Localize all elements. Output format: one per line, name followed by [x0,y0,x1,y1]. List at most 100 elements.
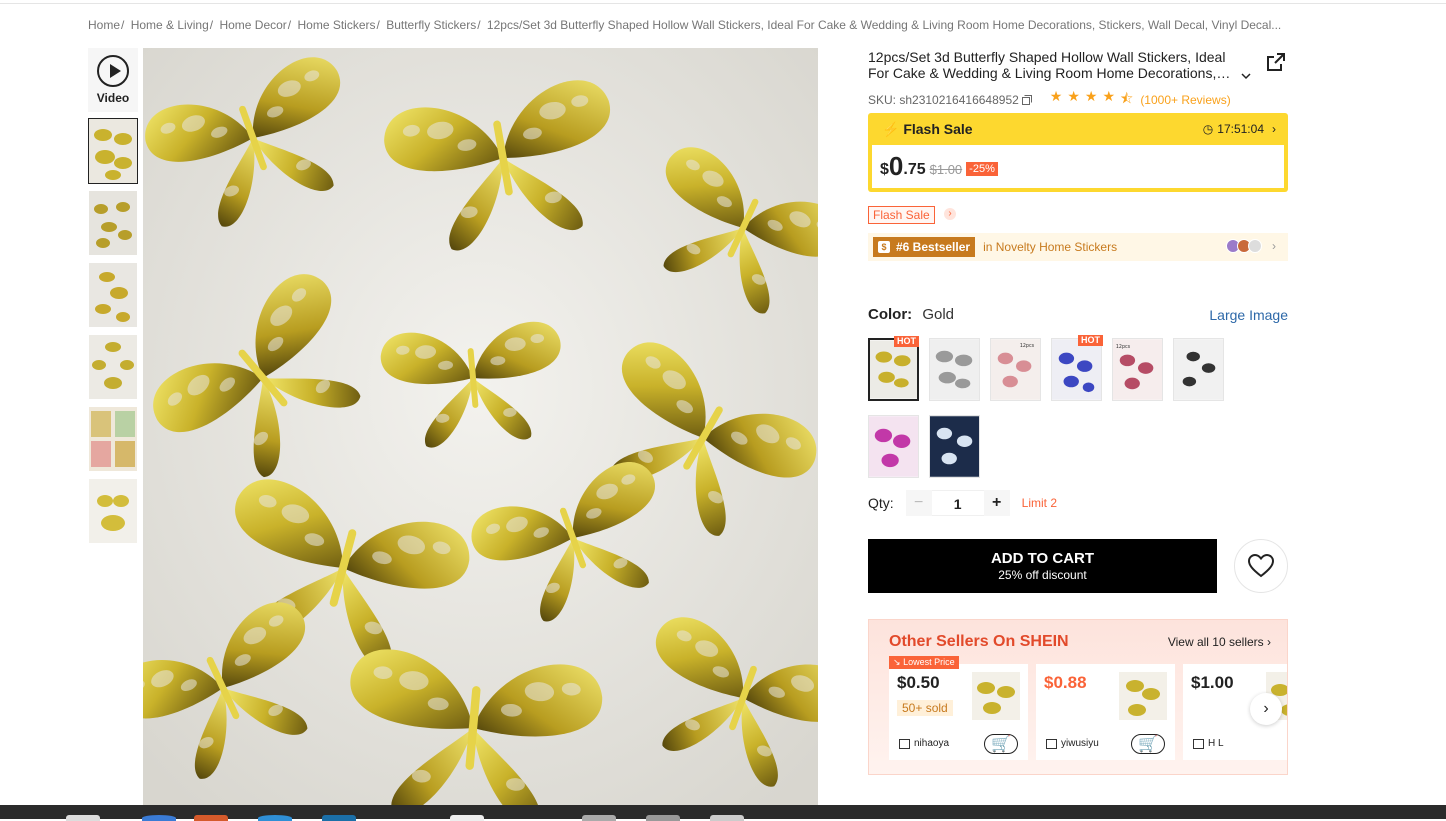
swatch-pink[interactable]: 12pcs [990,338,1041,401]
heart-icon [1248,554,1274,578]
qty-decrease-button[interactable]: − [905,490,932,516]
sku-text: SKU: sh2310216416648952 [868,93,1019,107]
swatch-rose[interactable]: 12pcs [1112,338,1163,401]
qty-increase-button[interactable]: + [983,490,1010,516]
taskbar-app-icon[interactable] [646,815,680,821]
thumbnail-5[interactable] [88,406,138,472]
add-to-cart-label: ADD TO CART [990,550,1095,567]
seller-price: $1.00 [1191,673,1234,692]
flash-sale-box: ⚡ Flash Sale ◷ 17:51:04 › $ 0 .75 $1.00 -2… [868,113,1288,192]
product-title: 12pcs/Set 3d Butterfly Shaped Hollow Wal… [868,49,1226,81]
reviews-link[interactable]: (1000+ Reviews) [1140,93,1230,107]
breadcrumb-butterfly-stickers[interactable]: Butterfly Stickers [386,18,476,32]
swatch-gold[interactable]: HOT [868,336,919,401]
chevron-right-icon: › [1272,122,1276,136]
seller-card[interactable]: ↘ Lowest Price $0.50 50+ sold nihaoya 🛒 [889,656,1028,760]
thumbnail-3[interactable] [88,262,138,328]
breadcrumb-home-decor[interactable]: Home Decor [219,18,286,32]
breadcrumb: Home/ Home & Living/ Home Decor/ Home St… [88,18,1282,32]
large-image-link[interactable]: Large Image [1209,307,1288,323]
star-half-icon: ⯪ [1120,90,1134,106]
thumbnail-2[interactable] [88,190,138,256]
swatch-black[interactable] [1173,338,1224,401]
taskbar-app-icon[interactable] [450,815,484,821]
bestseller-badge: $ #6 Bestseller [873,237,976,257]
taskbar-app-icon[interactable] [194,815,228,821]
star-icon: ★ [1049,88,1063,104]
flash-timer[interactable]: ◷ 17:51:04 › [1203,122,1276,136]
seller-shop[interactable]: nihaoya [899,738,949,749]
bestseller-row[interactable]: $ #6 Bestseller in Novelty Home Stickers … [868,233,1288,261]
color-label: Color: [868,306,913,323]
swatch-pink-label: 12pcs [1020,343,1035,349]
hot-badge: HOT [894,336,919,347]
hot-badge: HOT [1078,335,1103,346]
add-cart-icon[interactable]: 🛒 [984,734,1018,754]
breadcrumb-home-living[interactable]: Home & Living [131,18,209,32]
taskbar-app-icon[interactable] [710,815,744,821]
chevron-down-icon[interactable] [1240,70,1252,82]
thumbnail-4[interactable] [88,334,138,400]
color-row: Color: Gold Large Image [868,306,1288,323]
medal-icon: $ [878,241,890,253]
view-all-sellers-link[interactable]: View all 10 sellers › [1168,635,1271,649]
video-thumbnail[interactable]: Video [88,48,138,112]
discount-badge: -25% [966,161,998,176]
qty-input[interactable]: 1 [931,490,984,516]
star-icon: ★ [1102,88,1116,104]
seller-price: $0.50 [897,673,940,692]
seller-cards: ↘ Lowest Price $0.50 50+ sold nihaoya 🛒 … [889,656,1287,760]
star-icon: ★ [1067,88,1080,104]
price-area: $ 0 .75 $1.00 -25% [872,145,1284,188]
thumbnail-6[interactable] [88,478,138,544]
taskbar-app-icon[interactable] [258,815,292,821]
next-sellers-button[interactable]: › [1250,693,1282,725]
seller-shop[interactable]: yiwusiyu [1046,738,1099,749]
bestseller-category: in Novelty Home Stickers [983,240,1118,254]
thumbnail-list: Video [88,48,138,544]
other-sellers: Other Sellers On SHEIN View all 10 selle… [868,619,1288,775]
clock-icon: ◷ [1202,122,1214,136]
seller-card[interactable]: $0.88 yiwusiyu 🛒 [1036,664,1175,760]
main-product-image[interactable] [143,48,818,805]
original-price: $1.00 [929,162,963,177]
price-decimal: .75 [903,160,926,178]
lightning-icon: ⚡ [882,120,900,137]
breadcrumb-current: 12pcs/Set 3d Butterfly Shaped Hollow Wal… [486,18,1282,32]
copy-icon[interactable] [1021,95,1032,105]
swatch-silver[interactable] [929,338,980,401]
price-currency: $ [880,160,889,178]
swatch-navy[interactable] [929,415,980,478]
breadcrumb-home[interactable]: Home [88,18,120,32]
store-icon [899,738,910,749]
qty-label: Qty: [868,495,894,511]
swatch-blue[interactable]: HOT [1051,335,1103,401]
trend-icon: ↘ [893,657,901,667]
swatch-purple[interactable] [868,415,919,478]
flash-sale-heading: ⚡ Flash Sale [882,120,973,137]
breadcrumb-home-stickers[interactable]: Home Stickers [297,18,375,32]
add-cart-icon[interactable]: 🛒 [1131,734,1165,754]
seller-shop[interactable]: H L [1193,738,1224,749]
seller-sold: 50+ sold [897,700,953,716]
lowest-price-badge: ↘ Lowest Price [889,656,959,669]
add-to-cart-sub: 25% off discount [998,568,1087,582]
os-taskbar [0,805,1446,821]
seller-product-image [1119,672,1167,720]
color-swatches: HOT 12pcs HOT 12pcs [868,335,1248,492]
star-rating: ★ ★ ★ ★ ⯪ [1050,88,1139,112]
thumbnail-1[interactable] [88,118,138,184]
store-icon [1193,738,1204,749]
chevron-right-icon[interactable]: › [944,208,956,220]
taskbar-app-icon[interactable] [582,815,616,821]
taskbar-app-icon[interactable] [66,815,100,821]
wishlist-button[interactable] [1234,539,1288,593]
star-icon: ★ [1084,88,1098,104]
add-to-cart-button[interactable]: ADD TO CART 25% off discount [868,539,1217,593]
play-icon [97,55,129,87]
bestseller-thumbs [1226,239,1262,253]
taskbar-app-icon[interactable] [322,815,356,821]
taskbar-app-icon[interactable] [142,815,176,821]
video-label: Video [96,91,130,105]
share-icon[interactable] [1266,52,1286,72]
